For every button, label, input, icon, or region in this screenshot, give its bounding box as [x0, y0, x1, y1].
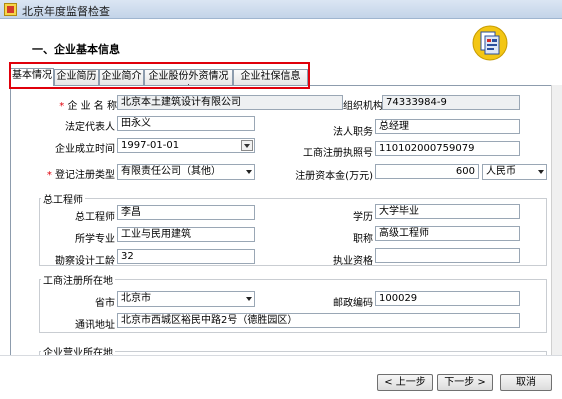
est-date-label: 企业成立时间 [55, 144, 115, 155]
legal-title-field[interactable]: 总经理 [375, 119, 520, 134]
section-title: 一、企业基本信息 [32, 43, 120, 56]
tab-strip: 基本情况 企业简历 企业简介 企业股份外资情况表 企业社保信息 [10, 68, 310, 96]
address-field[interactable]: 北京市西城区裕民中路2号（德胜园区） [117, 313, 520, 328]
tab-foreign-shares[interactable]: 企业股份外资情况表 [144, 69, 233, 96]
legal-title-label: 法人职务 [333, 127, 373, 138]
company-name-label-text: 企 业 名 称 [67, 101, 117, 112]
education-field[interactable]: 大学毕业 [375, 204, 520, 219]
tab-basic-info[interactable]: 基本情况 [10, 68, 54, 86]
tab-company-profile[interactable]: 企业简介 [99, 69, 144, 85]
tab-company-history[interactable]: 企业简历 [54, 69, 99, 85]
biz-reg-no-label: 工商注册执照号 [303, 148, 373, 159]
company-name-label: * 企 业 名 称 [51, 97, 117, 112]
registration-address-group-title: 工商注册所在地 [41, 272, 115, 287]
form-panel: * 企 业 名 称 北京本土建筑设计有限公司 组织机构代码 74333984-9… [10, 85, 562, 355]
job-title-label: 职称 [353, 234, 373, 245]
chief-engineer-name-field[interactable]: 李昌 [117, 205, 255, 220]
capital-field[interactable]: 600 [375, 164, 479, 179]
cancel-button[interactable]: 取消 [500, 374, 552, 391]
education-label: 学历 [353, 212, 373, 223]
company-name-field[interactable]: 北京本土建筑设计有限公司 [117, 95, 343, 110]
est-date-value: 1997-01-01 [121, 140, 180, 151]
capital-label: 注册资本金(万元) [295, 171, 373, 182]
business-address-group-title: 企业营业所在地 [41, 344, 115, 355]
est-date-picker[interactable]: 1997-01-01 [117, 138, 255, 153]
reg-type-label: * 登记注册类型 [41, 166, 115, 181]
chevron-down-icon [246, 170, 252, 174]
years-field[interactable]: 32 [117, 249, 255, 264]
tab-social-security[interactable]: 企业社保信息 [233, 69, 308, 85]
calendar-dropdown-icon[interactable] [241, 140, 253, 151]
reg-type-label-text: 登记注册类型 [55, 170, 115, 181]
window-titlebar: 北京年度监督检查 [0, 0, 562, 19]
postcode-label: 邮政编码 [333, 298, 373, 309]
org-code-field[interactable]: 74333984-9 [382, 95, 520, 110]
province-value: 北京市 [121, 293, 151, 304]
chief-engineer-name-label: 总工程师 [75, 212, 115, 223]
legal-rep-label: 法定代表人 [65, 122, 115, 133]
province-select[interactable]: 北京市 [117, 291, 255, 307]
chief-engineer-group-title: 总工程师 [41, 191, 85, 206]
chevron-down-icon [538, 170, 544, 174]
legal-rep-field[interactable]: 田永义 [117, 116, 255, 131]
reg-type-select[interactable]: 有限责任公司（其他） [117, 164, 255, 180]
major-label: 所学专业 [75, 234, 115, 245]
major-field[interactable]: 工业与民用建筑 [117, 227, 255, 242]
job-title-field[interactable]: 高级工程师 [375, 226, 520, 241]
vertical-scrollbar[interactable] [551, 85, 562, 355]
address-label: 通讯地址 [75, 320, 115, 331]
required-marker: * [46, 170, 52, 181]
footer-bar: < 上一步 下一步 > 取消 [0, 355, 562, 399]
years-label: 勘察设计工龄 [55, 256, 115, 267]
currency-select[interactable]: 人民币 [482, 164, 547, 180]
window-title: 北京年度监督检查 [22, 5, 110, 18]
license-field[interactable] [375, 248, 520, 263]
report-icon [472, 25, 508, 61]
chevron-down-icon [246, 297, 252, 301]
prev-button[interactable]: < 上一步 [377, 374, 433, 391]
next-button[interactable]: 下一步 > [437, 374, 493, 391]
currency-value: 人民币 [486, 166, 516, 177]
biz-reg-no-field[interactable]: 110102000759079 [375, 141, 520, 156]
reg-type-value: 有限责任公司（其他） [121, 166, 221, 177]
app-icon [4, 3, 17, 16]
postcode-field[interactable]: 100029 [375, 291, 520, 306]
required-marker: * [59, 101, 65, 112]
license-label: 执业资格 [333, 256, 373, 267]
province-label: 省市 [95, 298, 115, 309]
